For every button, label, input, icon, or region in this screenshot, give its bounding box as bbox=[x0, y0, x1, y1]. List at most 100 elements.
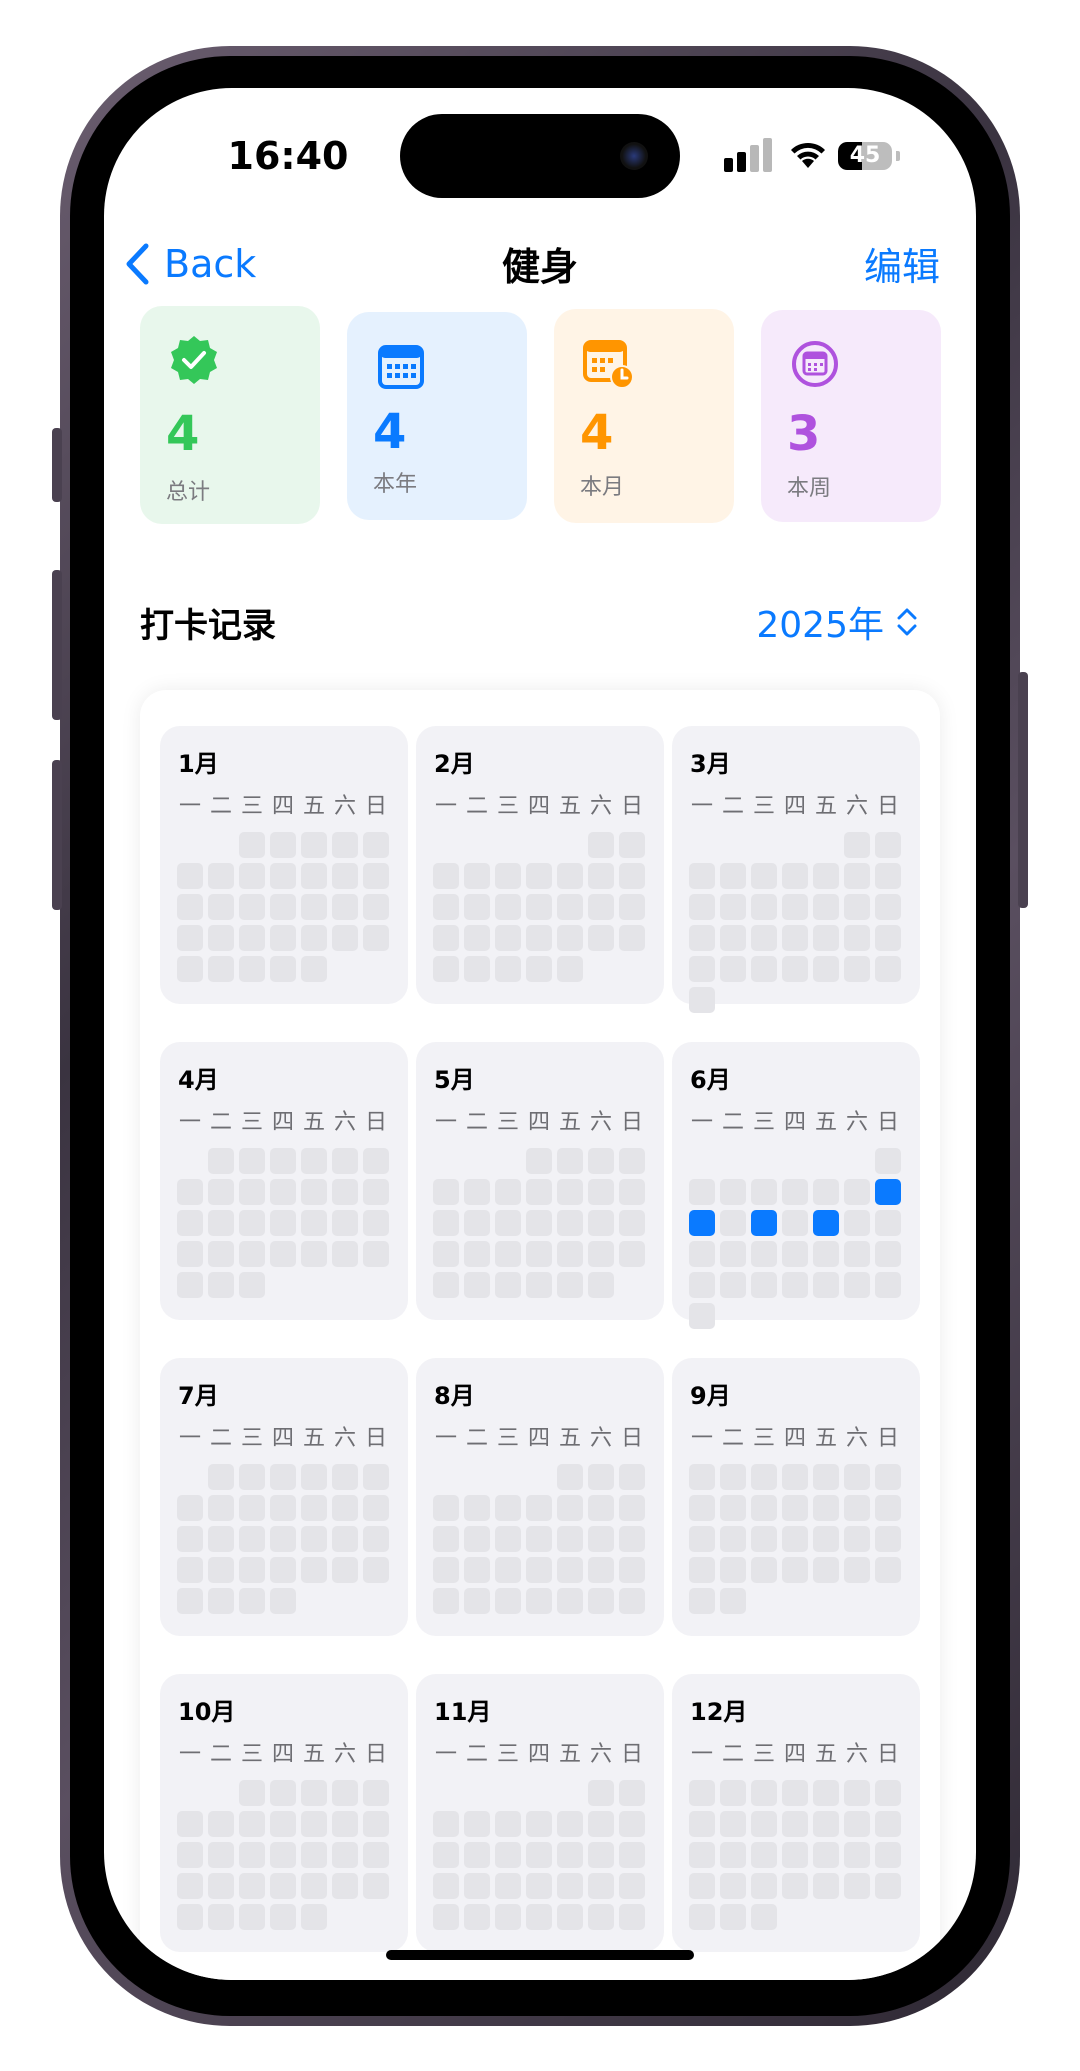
day-cell[interactable] bbox=[301, 1148, 327, 1174]
month-card[interactable]: 12月一二三四五六日 bbox=[672, 1674, 920, 1952]
day-cell[interactable] bbox=[301, 832, 327, 858]
day-cell[interactable] bbox=[208, 1873, 234, 1899]
day-cell[interactable] bbox=[782, 1210, 808, 1236]
day-cell[interactable] bbox=[782, 863, 808, 889]
day-cell[interactable] bbox=[751, 894, 777, 920]
day-cell[interactable] bbox=[875, 1241, 901, 1267]
day-cell[interactable] bbox=[844, 1495, 870, 1521]
day-cell[interactable] bbox=[813, 1780, 839, 1806]
day-cell[interactable] bbox=[464, 1495, 490, 1521]
month-card[interactable]: 5月一二三四五六日 bbox=[416, 1042, 664, 1320]
day-cell[interactable] bbox=[363, 1210, 389, 1236]
stat-card-year[interactable]: 4 本年 bbox=[347, 312, 527, 520]
day-cell[interactable] bbox=[782, 1811, 808, 1837]
day-cell[interactable] bbox=[689, 1811, 715, 1837]
day-cell[interactable] bbox=[363, 1780, 389, 1806]
day-cell[interactable] bbox=[239, 863, 265, 889]
day-cell[interactable] bbox=[239, 1179, 265, 1205]
day-cell[interactable] bbox=[363, 894, 389, 920]
day-cell[interactable] bbox=[751, 1241, 777, 1267]
day-cell[interactable] bbox=[588, 1780, 614, 1806]
day-cell[interactable] bbox=[495, 1210, 521, 1236]
day-cell[interactable] bbox=[557, 956, 583, 982]
day-cell[interactable] bbox=[239, 1272, 265, 1298]
day-cell[interactable] bbox=[208, 1464, 234, 1490]
day-cell[interactable] bbox=[363, 1557, 389, 1583]
day-cell[interactable] bbox=[464, 1526, 490, 1552]
day-cell[interactable] bbox=[239, 1210, 265, 1236]
day-cell[interactable] bbox=[588, 832, 614, 858]
year-selector[interactable]: 2025年 bbox=[756, 596, 918, 648]
day-cell[interactable] bbox=[720, 1464, 746, 1490]
day-cell[interactable] bbox=[495, 1904, 521, 1930]
day-cell[interactable] bbox=[208, 1557, 234, 1583]
day-cell[interactable] bbox=[301, 1873, 327, 1899]
day-cell[interactable] bbox=[720, 1811, 746, 1837]
day-cell[interactable] bbox=[813, 956, 839, 982]
day-cell[interactable] bbox=[433, 1495, 459, 1521]
day-cell[interactable] bbox=[270, 1495, 296, 1521]
day-cell[interactable] bbox=[844, 1873, 870, 1899]
day-cell[interactable] bbox=[782, 1526, 808, 1552]
day-cell[interactable] bbox=[588, 1210, 614, 1236]
day-cell[interactable] bbox=[720, 925, 746, 951]
day-cell[interactable] bbox=[619, 1811, 645, 1837]
day-cell[interactable] bbox=[301, 1904, 327, 1930]
day-cell[interactable] bbox=[270, 1210, 296, 1236]
day-cell[interactable] bbox=[875, 1495, 901, 1521]
back-button[interactable]: Back bbox=[124, 234, 256, 294]
day-cell[interactable] bbox=[433, 1210, 459, 1236]
day-cell[interactable] bbox=[270, 1873, 296, 1899]
day-cell[interactable] bbox=[239, 1811, 265, 1837]
day-cell[interactable] bbox=[689, 1904, 715, 1930]
day-cell[interactable] bbox=[720, 1210, 746, 1236]
day-cell[interactable] bbox=[495, 925, 521, 951]
day-cell[interactable] bbox=[208, 894, 234, 920]
day-cell[interactable] bbox=[239, 1873, 265, 1899]
day-cell[interactable] bbox=[875, 1873, 901, 1899]
day-cell[interactable] bbox=[751, 1780, 777, 1806]
day-cell[interactable] bbox=[433, 1272, 459, 1298]
day-cell[interactable] bbox=[495, 1811, 521, 1837]
day-cell[interactable] bbox=[844, 956, 870, 982]
day-cell[interactable] bbox=[433, 1842, 459, 1868]
day-cell[interactable] bbox=[301, 1780, 327, 1806]
day-cell[interactable] bbox=[526, 863, 552, 889]
day-cell[interactable] bbox=[588, 1179, 614, 1205]
day-cell[interactable] bbox=[495, 1842, 521, 1868]
day-cell[interactable] bbox=[875, 894, 901, 920]
day-cell[interactable] bbox=[464, 1210, 490, 1236]
day-cell[interactable] bbox=[844, 1811, 870, 1837]
day-cell[interactable] bbox=[875, 1842, 901, 1868]
day-cell[interactable] bbox=[301, 956, 327, 982]
day-cell[interactable] bbox=[875, 1272, 901, 1298]
day-cell[interactable] bbox=[588, 1495, 614, 1521]
day-cell[interactable] bbox=[813, 1842, 839, 1868]
day-cell[interactable] bbox=[557, 1526, 583, 1552]
day-cell[interactable] bbox=[433, 863, 459, 889]
day-cell[interactable] bbox=[239, 1904, 265, 1930]
day-cell[interactable] bbox=[177, 1811, 203, 1837]
day-cell-checked[interactable] bbox=[751, 1210, 777, 1236]
day-cell[interactable] bbox=[301, 1464, 327, 1490]
day-cell[interactable] bbox=[208, 1210, 234, 1236]
day-cell[interactable] bbox=[844, 894, 870, 920]
day-cell[interactable] bbox=[720, 1557, 746, 1583]
day-cell[interactable] bbox=[588, 863, 614, 889]
day-cell[interactable] bbox=[433, 925, 459, 951]
day-cell[interactable] bbox=[208, 1241, 234, 1267]
day-cell[interactable] bbox=[464, 956, 490, 982]
day-cell[interactable] bbox=[270, 1780, 296, 1806]
day-cell[interactable] bbox=[464, 1557, 490, 1583]
day-cell[interactable] bbox=[363, 1241, 389, 1267]
day-cell[interactable] bbox=[332, 1495, 358, 1521]
day-cell[interactable] bbox=[844, 1526, 870, 1552]
day-cell[interactable] bbox=[813, 1811, 839, 1837]
day-cell[interactable] bbox=[363, 1148, 389, 1174]
month-card[interactable]: 4月一二三四五六日 bbox=[160, 1042, 408, 1320]
day-cell[interactable] bbox=[239, 1148, 265, 1174]
day-cell[interactable] bbox=[619, 1148, 645, 1174]
day-cell[interactable] bbox=[332, 1811, 358, 1837]
day-cell[interactable] bbox=[689, 956, 715, 982]
day-cell[interactable] bbox=[588, 1811, 614, 1837]
